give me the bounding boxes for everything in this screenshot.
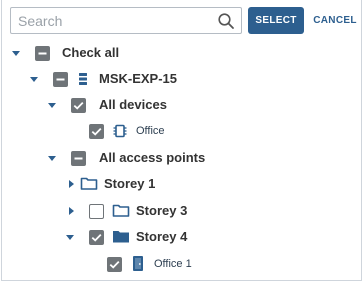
check-all-label: Check all bbox=[62, 45, 120, 60]
storey-4-label: Storey 4 bbox=[136, 229, 188, 244]
expand-caret-icon[interactable] bbox=[65, 232, 75, 242]
tree-row-storey-3: Storey 3 bbox=[2, 198, 363, 224]
checkbox-office-device[interactable] bbox=[89, 124, 104, 139]
search-input[interactable] bbox=[18, 11, 218, 30]
checkbox-storey-4[interactable] bbox=[89, 230, 104, 245]
office-1-label: Office 1 bbox=[154, 258, 192, 270]
tree-row-check-all: Check all bbox=[2, 40, 363, 66]
tree-row-all-access-points: All access points bbox=[2, 145, 363, 171]
chip-icon bbox=[112, 123, 128, 139]
expand-caret-icon[interactable] bbox=[29, 74, 39, 84]
checkbox-storey-3[interactable] bbox=[89, 204, 104, 219]
checkbox-server[interactable] bbox=[53, 72, 68, 87]
select-button[interactable]: SELECT bbox=[248, 7, 304, 34]
checkbox-check-all[interactable] bbox=[35, 46, 50, 61]
tree-row-server: MSK-EXP-15 bbox=[2, 66, 363, 92]
collapsed-caret-icon[interactable] bbox=[66, 206, 76, 216]
checkbox-office-1[interactable] bbox=[107, 257, 122, 272]
expand-caret-icon[interactable] bbox=[47, 100, 57, 110]
door-icon bbox=[132, 255, 144, 272]
storey-3-label: Storey 3 bbox=[136, 203, 188, 218]
tree-row-office-1: Office 1 bbox=[2, 251, 363, 277]
server-icon bbox=[78, 72, 88, 86]
storey-1-label: Storey 1 bbox=[104, 176, 156, 191]
expand-caret-icon[interactable] bbox=[11, 48, 21, 58]
collapsed-caret-icon[interactable] bbox=[66, 179, 76, 189]
tree-row-storey-4: Storey 4 bbox=[2, 224, 363, 250]
search-field[interactable] bbox=[10, 7, 242, 34]
tree-row-office-device: Office bbox=[2, 118, 363, 144]
tree-row-storey-1: Storey 1 bbox=[2, 171, 363, 197]
server-label: MSK-EXP-15 bbox=[99, 71, 178, 86]
folder-icon bbox=[112, 203, 130, 218]
search-icon[interactable] bbox=[217, 12, 235, 30]
checkbox-all-access-points[interactable] bbox=[71, 151, 86, 166]
folder-icon bbox=[80, 176, 98, 191]
all-devices-label: All devices bbox=[99, 97, 167, 112]
cancel-button[interactable]: CANCEL bbox=[313, 7, 356, 34]
all-access-points-label: All access points bbox=[99, 150, 206, 165]
tree-select-panel: SELECT CANCEL Check all MSK-EXP-15 bbox=[1, 0, 362, 281]
checkbox-all-devices[interactable] bbox=[71, 98, 86, 113]
folder-icon bbox=[112, 229, 130, 244]
tree-row-all-devices: All devices bbox=[2, 92, 363, 118]
expand-caret-icon[interactable] bbox=[47, 153, 57, 163]
office-device-label: Office bbox=[136, 125, 165, 137]
